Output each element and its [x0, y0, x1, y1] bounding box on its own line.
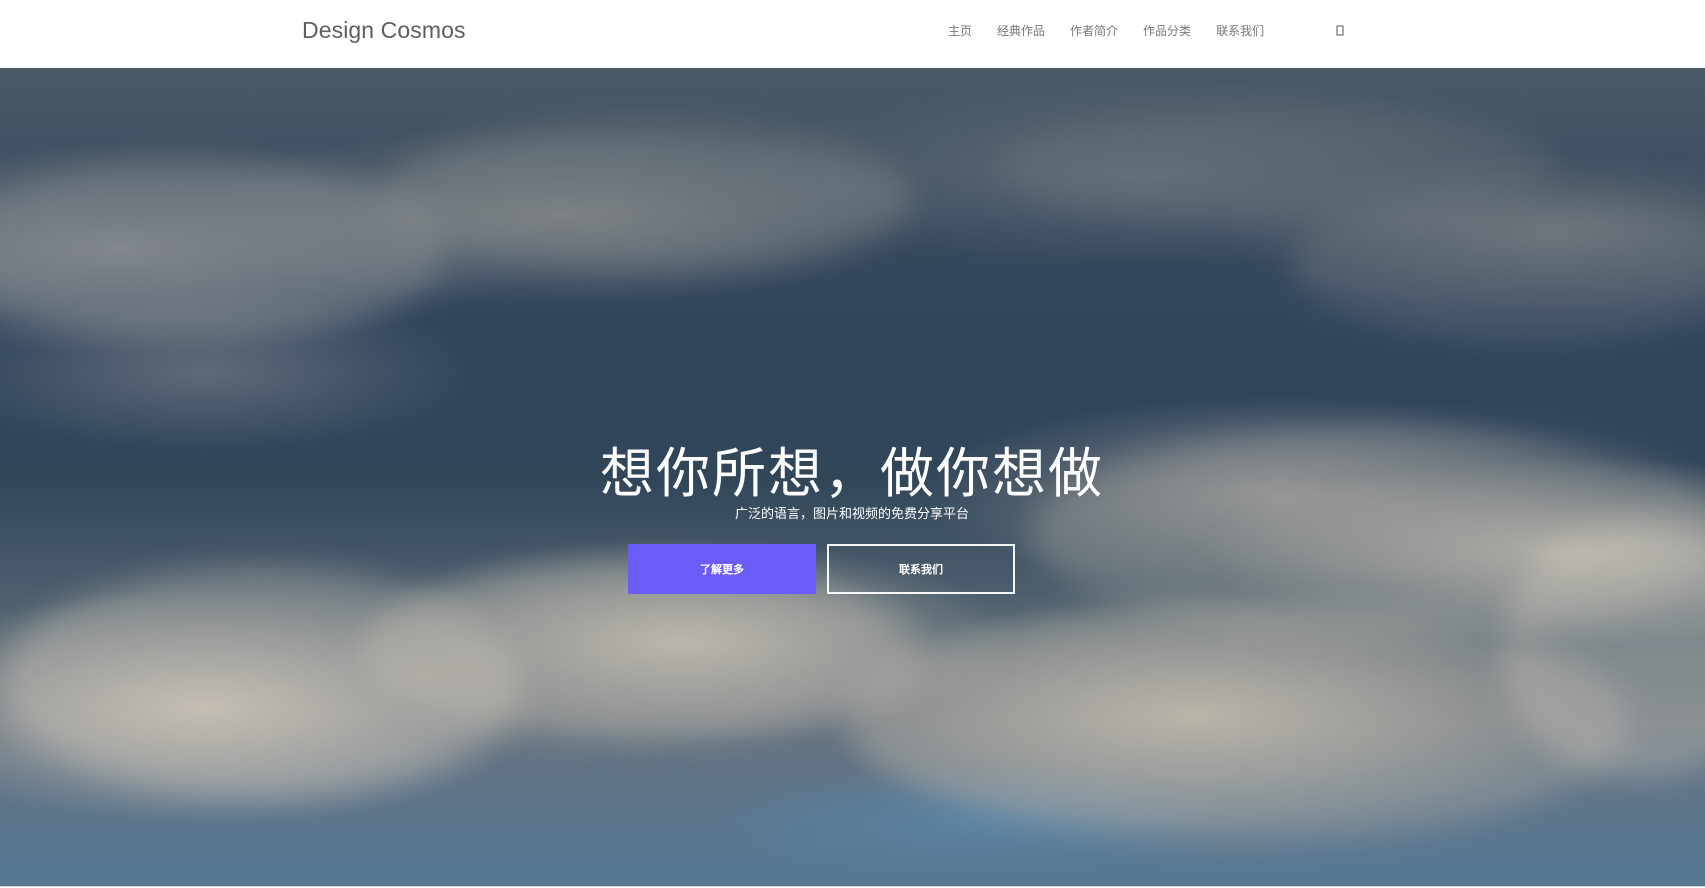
- search-icon[interactable]: [1334, 24, 1346, 38]
- contact-us-button[interactable]: 联系我们: [827, 544, 1015, 594]
- hero-subtitle: 广泛的语言，图片和视频的免费分享平台: [734, 507, 969, 522]
- hero-content: 想你所想，做你想做 广泛的语言，图片和视频的免费分享平台 了解更多 联系我们: [0, 68, 1705, 887]
- nav-item-author-profile[interactable]: 作者简介: [1070, 21, 1118, 41]
- site-brand[interactable]: Design Cosmos: [302, 15, 466, 45]
- nav-item-contact-us[interactable]: 联系我们: [1216, 21, 1264, 41]
- hero-headline: 想你所想，做你想做: [600, 442, 1104, 506]
- hero-section: 想你所想，做你想做 广泛的语言，图片和视频的免费分享平台 了解更多 联系我们: [0, 68, 1705, 887]
- top-navigation: Design Cosmos 主页 经典作品 作者简介 作品分类 联系我们: [0, 0, 1705, 68]
- nav-item-classic-works[interactable]: 经典作品: [997, 21, 1045, 41]
- main-menu: 主页 经典作品 作者简介 作品分类 联系我们: [948, 20, 1264, 42]
- nav-item-work-categories[interactable]: 作品分类: [1143, 21, 1191, 41]
- nav-item-home[interactable]: 主页: [948, 21, 972, 41]
- learn-more-button[interactable]: 了解更多: [628, 544, 816, 594]
- page-bottom-divider: [0, 886, 1705, 887]
